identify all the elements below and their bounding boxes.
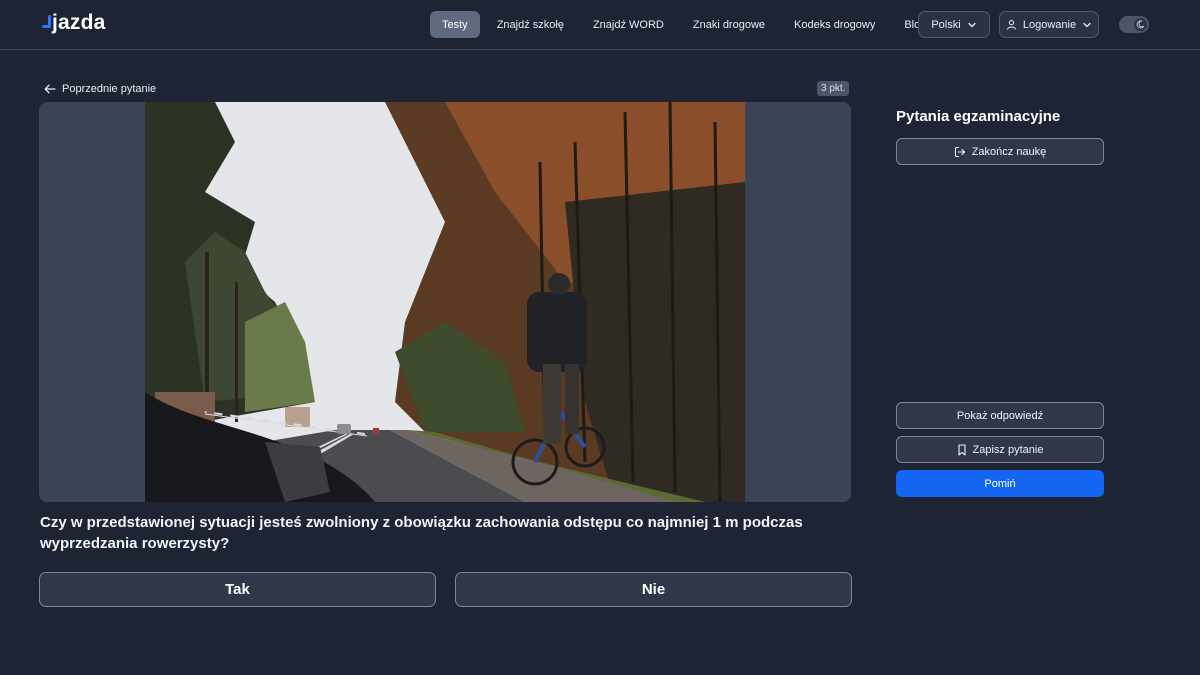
finish-learning-label: Zakończ naukę [971, 145, 1047, 158]
chevron-down-icon [967, 20, 977, 30]
question-media-panel [39, 102, 851, 502]
nav-item-find-word[interactable]: Znajdź WORD [581, 11, 676, 38]
arrow-left-icon [44, 84, 56, 94]
logo-text: jazda [52, 11, 106, 34]
login-button[interactable]: Logowanie [999, 11, 1099, 38]
save-question-button[interactable]: Zapisz pytanie [896, 436, 1104, 463]
user-icon [1006, 19, 1017, 30]
nav-item-road-signs[interactable]: Znaki drogowe [681, 11, 777, 38]
previous-question-label: Poprzednie pytanie [62, 83, 157, 95]
theme-toggle[interactable] [1119, 16, 1149, 33]
save-question-label: Zapisz pytanie [972, 443, 1044, 456]
login-label: Logowanie [1022, 18, 1077, 31]
show-answer-button[interactable]: Pokaż odpowiedź [896, 402, 1104, 429]
nav-item-testy[interactable]: Testy [430, 11, 480, 38]
question-image [145, 102, 745, 502]
theme-toggle-knob [1134, 18, 1147, 31]
points-badge: 3 pkt. [817, 81, 850, 96]
answer-yes-button[interactable]: Tak [39, 572, 436, 607]
logo[interactable]: jazda [42, 11, 106, 35]
sidebar-title: Pytania egzaminacyjne [896, 108, 1061, 125]
chevron-down-icon [1082, 20, 1092, 30]
top-navbar: jazda Testy Znajdź szkołę Znajdź WORD Zn… [0, 0, 1200, 50]
bookmark-icon [957, 443, 967, 456]
language-label: Polski [931, 18, 961, 31]
language-select[interactable]: Polski [918, 11, 990, 38]
main-nav: Testy Znajdź szkołę Znajdź WORD Znaki dr… [430, 11, 938, 38]
logo-mark-icon [42, 15, 51, 29]
previous-question-link[interactable]: Poprzednie pytanie [44, 81, 156, 97]
skip-button[interactable]: Pomiń [896, 470, 1104, 497]
logout-icon [954, 146, 966, 158]
question-text: Czy w przedstawionej sytuacji jesteś zwo… [40, 514, 803, 552]
nav-item-find-school[interactable]: Znajdź szkołę [485, 11, 576, 38]
moon-icon [1136, 20, 1145, 29]
answer-no-button[interactable]: Nie [455, 572, 852, 607]
finish-learning-button[interactable]: Zakończ naukę [896, 138, 1104, 165]
nav-item-traffic-code[interactable]: Kodeks drogowy [782, 11, 887, 38]
